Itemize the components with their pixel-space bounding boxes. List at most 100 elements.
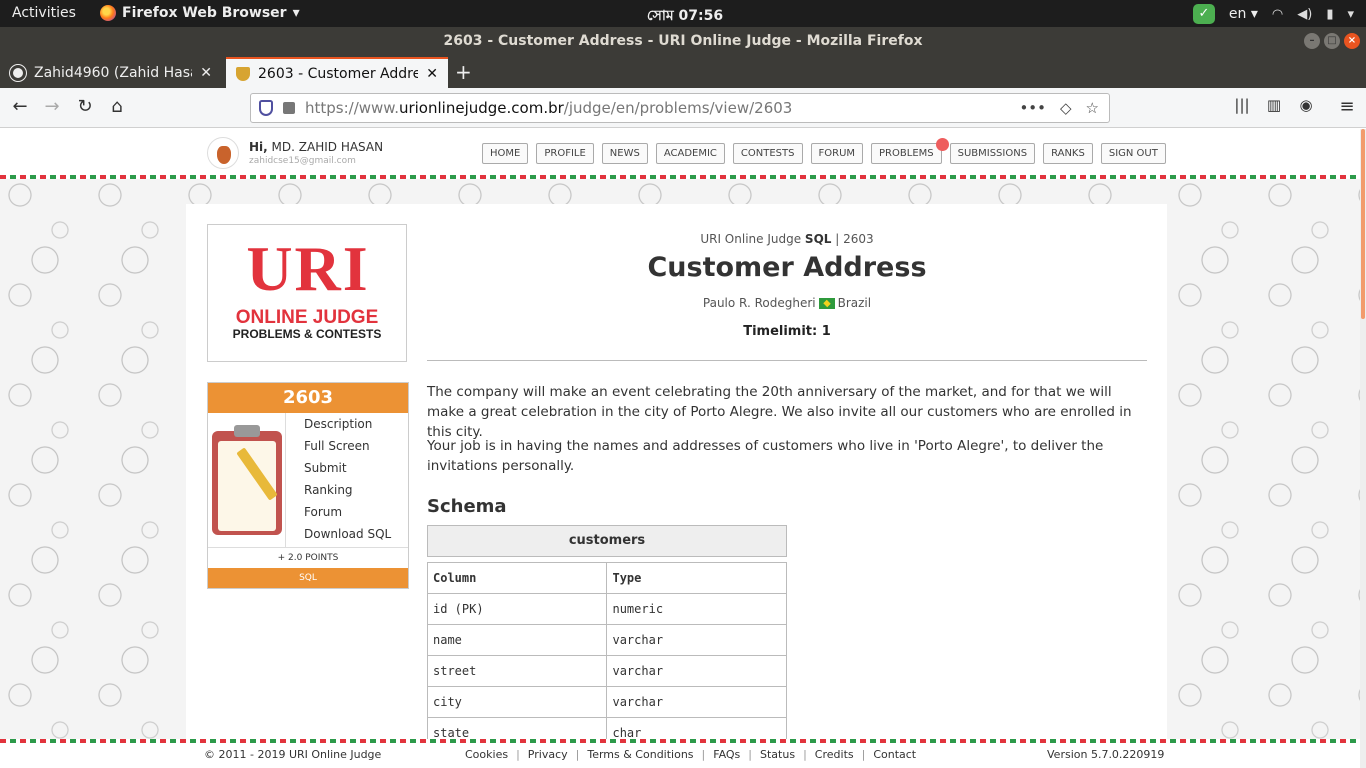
page-viewport: Hi, MD. ZAHID HASAN zahidcse15@gmail.com… — [0, 129, 1360, 768]
wifi-icon[interactable]: ◠ — [1272, 7, 1283, 22]
table-name: customers — [427, 525, 787, 557]
table-row: city varchar — [426, 686, 787, 718]
problem-author: Paulo R. Rodegheri Brazil — [702, 296, 872, 310]
nav-sign-out[interactable]: SIGN OUT — [1100, 143, 1166, 164]
back-icon[interactable]: ← — [8, 96, 32, 117]
chevron-down-icon: ▾ — [292, 5, 300, 21]
window-title: 2603 - Customer Address - URI Online Jud… — [443, 33, 923, 49]
nav-academic[interactable]: ACADEMIC — [655, 143, 725, 164]
menu-description[interactable]: Description — [286, 413, 409, 435]
nav-ranks[interactable]: RANKS — [1043, 143, 1093, 164]
close-button[interactable]: × — [1344, 33, 1360, 49]
menu-forum[interactable]: Forum — [286, 501, 409, 523]
sidebar-icon[interactable]: ▥ — [1262, 96, 1286, 114]
site-nav: HOME PROFILE NEWS ACADEMIC CONTESTS FORU… — [482, 138, 1166, 164]
footer-links: Cookies | Privacy | Terms & Conditions | FA… — [465, 748, 917, 761]
page-title: Customer Address — [647, 252, 927, 283]
firefox-icon — [100, 5, 116, 21]
nav-news[interactable]: NEWS — [601, 143, 648, 164]
menu-submit[interactable]: Submit — [286, 457, 409, 479]
home-icon[interactable]: ⌂ — [105, 96, 129, 117]
divider — [427, 360, 1147, 361]
table-row: street varchar — [426, 655, 787, 687]
menu-ranking[interactable]: Ranking — [286, 479, 409, 501]
clock[interactable]: সোম 07:56 — [620, 4, 750, 28]
volume-icon[interactable]: ◀) — [1297, 7, 1312, 22]
brazil-flag-icon — [818, 298, 835, 309]
system-top-bar: Activities Firefox Web Browser ▾ সোম 07:… — [0, 0, 1366, 27]
menu-full-screen[interactable]: Full Screen — [286, 435, 409, 457]
activities-button[interactable]: Activities — [12, 5, 76, 21]
points-label: + 2.0 POINTS — [208, 547, 408, 568]
tab-problem[interactable]: 2603 - Customer Address ✕ — [226, 57, 448, 88]
nav-problems[interactable]: PROBLEMS — [871, 138, 949, 164]
library-icon[interactable]: ||| — [1230, 96, 1254, 114]
nav-profile[interactable]: PROFILE — [536, 143, 594, 164]
footer-link-terms[interactable]: Terms & Conditions — [587, 748, 693, 761]
footer-link-status[interactable]: Status — [760, 748, 795, 761]
maximize-button[interactable]: □ — [1324, 33, 1340, 49]
footer-link-contact[interactable]: Contact — [873, 748, 916, 761]
nav-contests[interactable]: CONTESTS — [732, 143, 803, 164]
language-indicator[interactable]: en ▾ — [1229, 6, 1258, 22]
app-menu[interactable]: Firefox Web Browser ▾ — [100, 5, 300, 21]
pocket-icon[interactable]: ◇ — [1060, 99, 1072, 117]
reload-icon[interactable]: ↻ — [73, 96, 97, 117]
tab-label: 2603 - Customer Address — [258, 65, 419, 82]
tab-strip: Zahid4960 (Zahid Hasan) ✕ 2603 - Custome… — [0, 55, 1366, 88]
battery-icon[interactable]: ▮ — [1326, 7, 1333, 22]
shield-icon[interactable] — [259, 100, 273, 116]
check-icon[interactable]: ✓ — [1192, 4, 1215, 24]
lock-icon[interactable] — [283, 102, 295, 114]
close-icon[interactable]: ✕ — [200, 65, 212, 81]
tab-label: Zahid4960 (Zahid Hasan) — [34, 64, 192, 81]
close-icon[interactable]: ✕ — [426, 66, 438, 82]
table-row: id (PK) numeric — [426, 593, 787, 625]
window-titlebar: 2603 - Customer Address - URI Online Jud… — [0, 27, 1366, 55]
minimize-button[interactable]: – — [1304, 33, 1320, 49]
notification-dot — [935, 138, 949, 151]
site-footer: © 2011 - 2019 URI Online Judge Cookies | … — [0, 743, 1360, 768]
schema-heading: Schema — [427, 496, 507, 517]
avatar[interactable] — [207, 137, 239, 169]
breadcrumb: URI Online Judge SQL | 2603 — [700, 232, 874, 246]
url-bar[interactable]: https://www.urionlinejudge.com.br/judge/… — [250, 93, 1110, 123]
timelimit: Timelimit: 1 — [743, 324, 831, 339]
problem-sidebar: 2603 Description Full Screen Submit Rank… — [207, 382, 409, 589]
bookmark-star-icon[interactable]: ☆ — [1086, 99, 1099, 117]
table-header-row: Column Type — [426, 562, 787, 594]
navigation-toolbar: ← → ↻ ⌂ https://www.urionlinejudge.com.b… — [0, 88, 1366, 128]
problem-id-header: 2603 — [208, 383, 408, 413]
url-text[interactable]: https://www.urionlinejudge.com.br/judge/… — [305, 99, 1019, 117]
problem-paragraph: The company will make an event celebrati… — [427, 384, 1132, 440]
chevron-down-icon[interactable]: ▾ — [1347, 7, 1354, 22]
scrollbar-thumb[interactable] — [1361, 129, 1365, 319]
trophy-icon — [236, 66, 250, 81]
footer-link-faqs[interactable]: FAQs — [713, 748, 740, 761]
app-name: Firefox Web Browser — [122, 5, 287, 21]
nav-home[interactable]: HOME — [482, 143, 529, 164]
tab-github[interactable]: Zahid4960 (Zahid Hasan) ✕ — [0, 57, 222, 88]
table-row: name varchar — [426, 624, 787, 656]
problem-paragraph: Your job is in having the names and addr… — [427, 438, 1104, 474]
uri-logo[interactable]: URI ONLINE JUDGE PROBLEMS & CONTESTS — [207, 224, 407, 362]
candy-stripe-divider — [0, 175, 1360, 179]
nav-forum[interactable]: FORUM — [810, 143, 864, 164]
user-email: zahidcse15@gmail.com — [249, 156, 356, 166]
nav-submissions[interactable]: SUBMISSIONS — [949, 143, 1036, 164]
menu-icon[interactable]: ≡ — [1335, 96, 1359, 117]
content-card: URI ONLINE JUDGE PROBLEMS & CONTESTS 260… — [186, 204, 1167, 768]
footer-link-credits[interactable]: Credits — [815, 748, 854, 761]
category-badge[interactable]: SQL — [208, 568, 408, 588]
version-label: Version 5.7.0.220919 — [1047, 748, 1165, 761]
github-icon — [9, 63, 27, 82]
forward-icon[interactable]: → — [40, 96, 64, 117]
footer-link-cookies[interactable]: Cookies — [465, 748, 508, 761]
copyright: © 2011 - 2019 URI Online Judge — [204, 748, 382, 761]
more-actions-icon[interactable]: ••• — [1019, 99, 1046, 117]
footer-link-privacy[interactable]: Privacy — [528, 748, 568, 761]
new-tab-icon[interactable]: + — [455, 60, 472, 84]
account-icon[interactable]: ◉ — [1294, 96, 1318, 114]
menu-download-sql[interactable]: Download SQL — [286, 523, 409, 545]
column-header: Column — [426, 562, 608, 594]
